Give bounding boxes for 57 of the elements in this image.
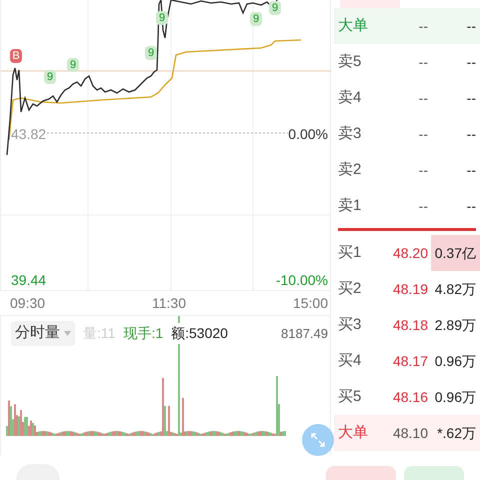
- order-price: 48.16: [392, 388, 428, 406]
- order-volume: 4.82万: [434, 280, 477, 298]
- chart-marker: 9: [250, 12, 262, 26]
- low-price: 39.44: [11, 271, 46, 290]
- chart-marker: 9: [67, 58, 79, 72]
- volume-type-dropdown[interactable]: 分时量: [11, 321, 75, 346]
- order-level-label: 买5: [338, 386, 362, 407]
- bottom-pill: [404, 466, 464, 480]
- order-volume: 2.89万: [434, 316, 477, 334]
- order-price: --: [418, 124, 428, 144]
- order-price: 48.17: [392, 352, 428, 370]
- expand-button[interactable]: [302, 424, 334, 456]
- order-volume: 0.96万: [434, 388, 477, 406]
- order-volume: --: [466, 160, 477, 180]
- chart-marker: 9: [156, 11, 168, 25]
- order-price: 48.10: [392, 424, 428, 442]
- order-level-label: 大单: [338, 16, 369, 36]
- volume-max-value: 8187.49: [281, 324, 328, 342]
- chart-marker: 9: [269, 1, 281, 15]
- order-volume: --: [466, 16, 477, 36]
- time-label: 11:30: [152, 294, 186, 312]
- chart-marker: 9: [145, 46, 157, 60]
- time-label: 15:00: [292, 294, 328, 312]
- order-level-label: 大单: [338, 422, 369, 443]
- order-price: --: [418, 196, 428, 216]
- order-volume: --: [466, 88, 477, 108]
- order-level-label: 买2: [338, 278, 362, 299]
- order-price: --: [418, 88, 428, 108]
- chart-marker: 9: [44, 70, 56, 84]
- time-label: 09:30: [10, 294, 46, 312]
- order-price: 48.19: [392, 280, 428, 298]
- order-level-label: 买1: [338, 242, 362, 263]
- order-volume: --: [466, 124, 477, 144]
- expand-icon: [310, 432, 326, 448]
- order-level-label: 卖5: [338, 52, 362, 72]
- chart-marker: B: [10, 49, 22, 63]
- order-level-label: 买4: [338, 350, 362, 371]
- low-change: -10.00%: [276, 271, 328, 290]
- order-price: --: [418, 52, 428, 72]
- current-hand-value: 现手:1: [123, 324, 164, 343]
- order-volume: --: [466, 196, 477, 216]
- bottom-pill: [326, 466, 396, 480]
- order-price: --: [418, 160, 428, 180]
- order-level-label: 卖2: [338, 160, 362, 180]
- order-volume: --: [466, 52, 477, 72]
- caret-icon: [64, 330, 71, 336]
- order-price: 48.20: [392, 244, 428, 262]
- order-level-label: 卖4: [338, 88, 362, 108]
- order-price: --: [418, 16, 428, 36]
- order-price: 48.18: [392, 316, 428, 334]
- order-level-label: 买3: [338, 314, 362, 335]
- amount-value: 额:53020: [171, 322, 228, 344]
- order-volume: *.62万: [436, 424, 477, 442]
- order-volume: 0.37亿: [430, 235, 480, 271]
- order-volume: 0.96万: [434, 352, 477, 370]
- order-level-label: 卖1: [338, 196, 362, 216]
- order-level-label: 卖3: [338, 124, 362, 144]
